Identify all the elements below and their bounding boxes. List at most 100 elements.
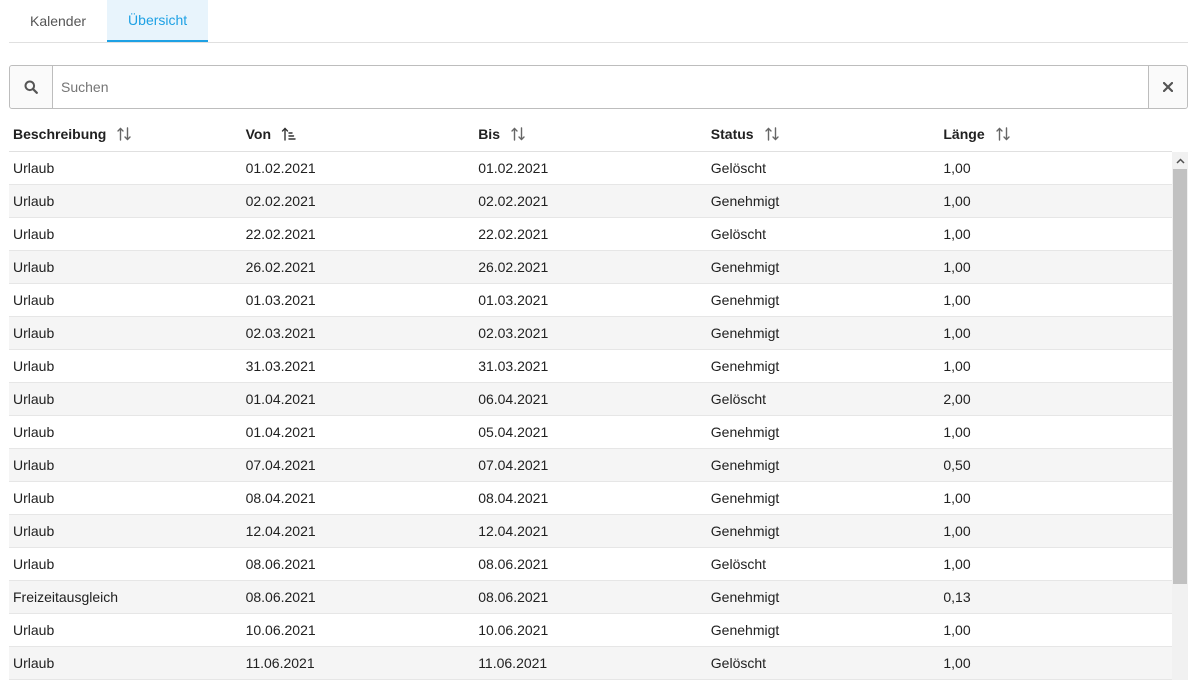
cell-von: 11.06.2021 (245, 655, 315, 671)
scroll-up-button[interactable] (1172, 152, 1188, 169)
cell-bis: 05.04.2021 (478, 424, 549, 440)
cell-status: Gelöscht (710, 391, 767, 407)
table-row[interactable]: Urlaub 22.02.2021 22.02.2021 Gelöscht 1,… (9, 218, 1172, 251)
sort-icon (764, 126, 780, 142)
cell-status: Gelöscht (710, 655, 767, 671)
cell-beschreibung: Urlaub (13, 490, 55, 506)
cell-bis: 08.06.2021 (478, 589, 549, 605)
cell-bis: 01.02.2021 (478, 160, 549, 176)
cell-beschreibung: Urlaub (13, 193, 55, 209)
cell-laenge: 1,00 (943, 259, 971, 275)
table-header: Beschreibung Von Bis Status Länge (9, 117, 1172, 152)
cell-von: 22.02.2021 (245, 226, 316, 242)
column-header-bis[interactable]: Bis (474, 117, 707, 151)
search-bar (9, 65, 1188, 109)
cell-von: 01.02.2021 (245, 160, 316, 176)
cell-status: Gelöscht (710, 160, 767, 176)
search-input[interactable] (53, 66, 1148, 108)
cell-status: Genehmigt (710, 523, 780, 539)
table-row[interactable]: Urlaub 01.04.2021 05.04.2021 Genehmigt 1… (9, 416, 1172, 449)
cell-beschreibung: Urlaub (13, 160, 55, 176)
cell-von: 02.03.2021 (245, 325, 316, 341)
cell-bis: 01.03.2021 (478, 292, 549, 308)
table-row[interactable]: Urlaub 01.02.2021 01.02.2021 Gelöscht 1,… (9, 152, 1172, 185)
cell-laenge: 0,50 (943, 457, 971, 473)
sort-icon (510, 126, 526, 142)
column-header-label: Von (245, 126, 271, 142)
column-header-status[interactable]: Status (707, 117, 940, 151)
cell-bis: 26.02.2021 (478, 259, 549, 275)
cell-laenge: 1,00 (943, 193, 971, 209)
column-header-beschreibung[interactable]: Beschreibung (9, 117, 242, 151)
table-scrollbar[interactable] (1172, 152, 1188, 680)
table-row[interactable]: Urlaub 08.04.2021 08.04.2021 Genehmigt 1… (9, 482, 1172, 515)
table-row[interactable]: Urlaub 08.06.2021 08.06.2021 Gelöscht 1,… (9, 548, 1172, 581)
cell-laenge: 1,00 (943, 424, 971, 440)
cell-beschreibung: Urlaub (13, 556, 55, 572)
table-row[interactable]: Urlaub 11.06.2021 11.06.2021 Gelöscht 1,… (9, 647, 1172, 680)
cell-von: 08.06.2021 (245, 589, 316, 605)
cell-status: Gelöscht (710, 226, 767, 242)
column-header-label: Bis (478, 126, 500, 142)
cell-beschreibung: Urlaub (13, 523, 55, 539)
clear-search-button[interactable] (1148, 66, 1187, 108)
table-row[interactable]: Urlaub 10.06.2021 10.06.2021 Genehmigt 1… (9, 614, 1172, 647)
cell-bis: 08.04.2021 (478, 490, 549, 506)
column-header-label: Beschreibung (13, 126, 107, 142)
cell-bis: 12.04.2021 (478, 523, 549, 539)
cell-laenge: 1,00 (943, 655, 971, 671)
tab-uebersicht[interactable]: Übersicht (107, 0, 209, 42)
scrollbar-thumb[interactable] (1173, 169, 1187, 584)
cell-status: Genehmigt (710, 622, 780, 638)
tab-bar: Kalender Übersicht (9, 0, 1188, 43)
cell-bis: 07.04.2021 (478, 457, 549, 473)
cell-beschreibung: Urlaub (13, 457, 55, 473)
cell-von: 08.06.2021 (245, 556, 316, 572)
table-row[interactable]: Urlaub 01.03.2021 01.03.2021 Genehmigt 1… (9, 284, 1172, 317)
cell-laenge: 1,00 (943, 160, 971, 176)
search-button[interactable] (10, 66, 53, 108)
cell-von: 12.04.2021 (245, 523, 316, 539)
cell-laenge: 1,00 (943, 325, 971, 341)
table-row[interactable]: Urlaub 26.02.2021 26.02.2021 Genehmigt 1… (9, 251, 1172, 284)
table-row[interactable]: Urlaub 02.02.2021 02.02.2021 Genehmigt 1… (9, 185, 1172, 218)
sort-ascending-icon (281, 126, 297, 142)
table-row[interactable]: Urlaub 12.04.2021 12.04.2021 Genehmigt 1… (9, 515, 1172, 548)
cell-laenge: 1,00 (943, 622, 971, 638)
search-icon (24, 80, 38, 94)
cell-beschreibung: Urlaub (13, 424, 55, 440)
table-row[interactable]: Urlaub 07.04.2021 07.04.2021 Genehmigt 0… (9, 449, 1172, 482)
cell-beschreibung: Urlaub (13, 292, 55, 308)
cell-bis: 11.06.2021 (478, 655, 548, 671)
column-header-laenge[interactable]: Länge (939, 117, 1172, 151)
tab-kalender[interactable]: Kalender (9, 0, 107, 42)
cell-bis: 10.06.2021 (478, 622, 549, 638)
cell-status: Gelöscht (710, 556, 767, 572)
column-header-von[interactable]: Von (242, 117, 475, 151)
cell-status: Genehmigt (710, 589, 780, 605)
cell-laenge: 1,00 (943, 556, 971, 572)
cell-von: 26.02.2021 (245, 259, 316, 275)
cell-status: Genehmigt (710, 325, 780, 341)
cell-bis: 02.02.2021 (478, 193, 549, 209)
cell-bis: 02.03.2021 (478, 325, 549, 341)
cell-bis: 08.06.2021 (478, 556, 549, 572)
chevron-up-icon (1175, 157, 1185, 164)
cell-von: 10.06.2021 (245, 622, 316, 638)
cell-laenge: 1,00 (943, 490, 971, 506)
cell-beschreibung: Urlaub (13, 622, 55, 638)
cell-status: Genehmigt (710, 457, 780, 473)
table-row[interactable]: Urlaub 02.03.2021 02.03.2021 Genehmigt 1… (9, 317, 1172, 350)
table-row[interactable]: Urlaub 31.03.2021 31.03.2021 Genehmigt 1… (9, 350, 1172, 383)
cell-status: Genehmigt (710, 358, 780, 374)
cell-von: 01.04.2021 (245, 391, 316, 407)
cell-status: Genehmigt (710, 292, 780, 308)
table-row[interactable]: Freizeitausgleich 08.06.2021 08.06.2021 … (9, 581, 1172, 614)
cell-laenge: 1,00 (943, 226, 971, 242)
cell-beschreibung: Urlaub (13, 655, 55, 671)
cell-status: Genehmigt (710, 193, 780, 209)
sort-icon (995, 126, 1011, 142)
cell-beschreibung: Urlaub (13, 226, 55, 242)
table-row[interactable]: Urlaub 01.04.2021 06.04.2021 Gelöscht 2,… (9, 383, 1172, 416)
cell-von: 31.03.2021 (245, 358, 316, 374)
